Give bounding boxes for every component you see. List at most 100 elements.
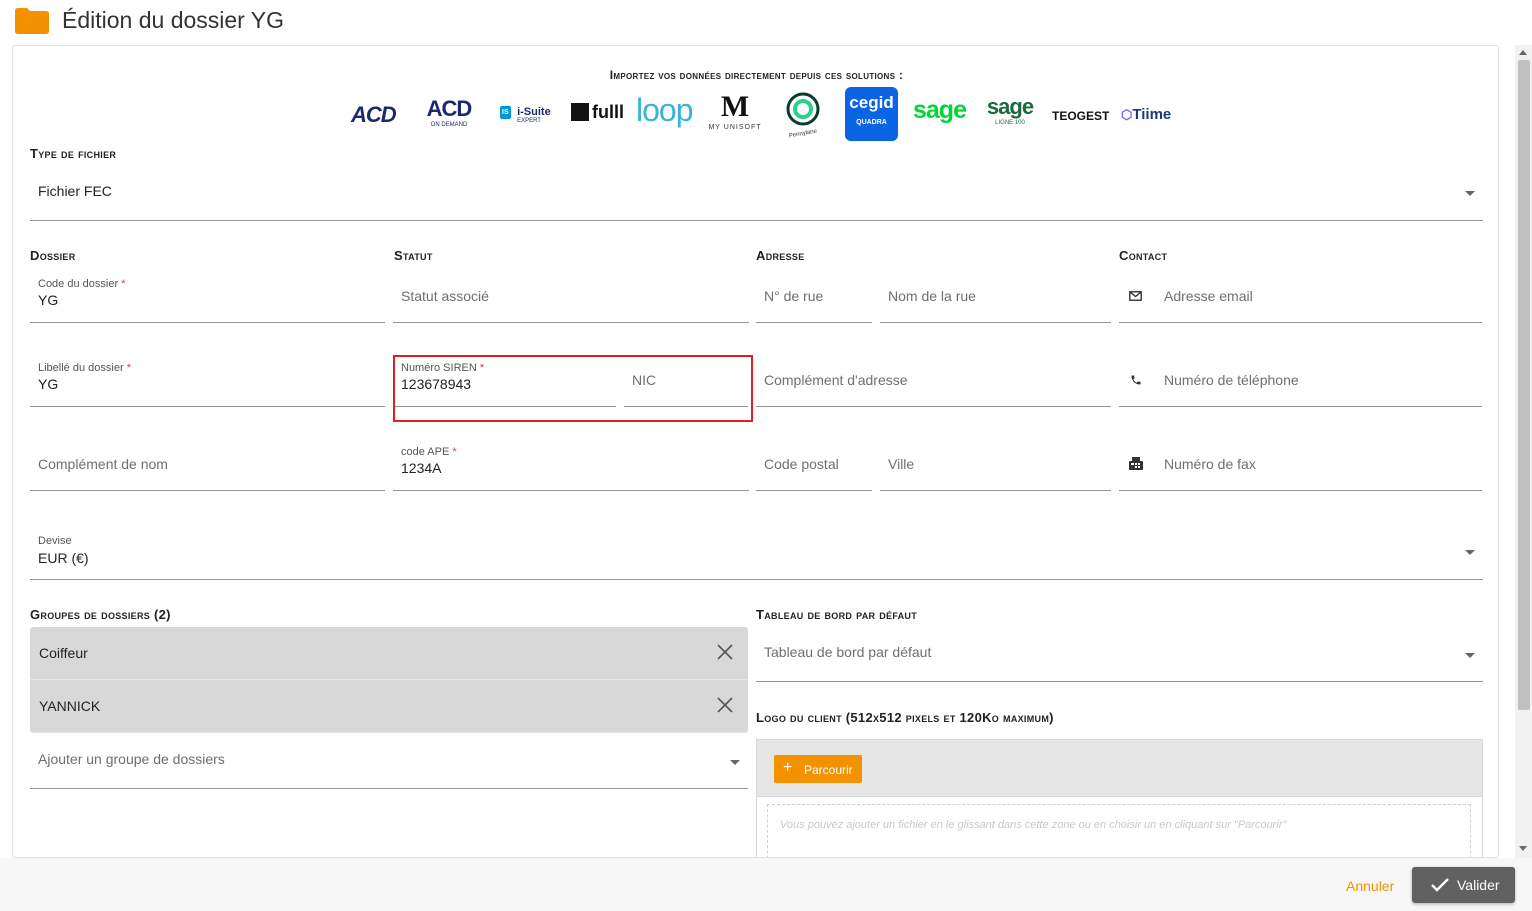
folder-icon bbox=[15, 8, 49, 34]
code-dossier-label: Code du dossier * bbox=[38, 278, 126, 290]
code-dossier-field[interactable]: Code du dossier * YG bbox=[30, 271, 385, 323]
cancel-button[interactable]: Annuler bbox=[1346, 878, 1394, 894]
isuite-text: i-Suite bbox=[517, 106, 551, 118]
logo-sage[interactable]: sage bbox=[913, 96, 967, 125]
fax-field[interactable]: Numéro de fax bbox=[1119, 439, 1482, 491]
code-ape-value: 1234A bbox=[401, 460, 442, 476]
complement-nom-placeholder: Complément de nom bbox=[38, 456, 168, 472]
chevron-down-icon bbox=[1465, 191, 1475, 196]
section-tableau: Tableau de bord par défaut bbox=[756, 607, 918, 622]
section-contact: Contact bbox=[1119, 248, 1168, 263]
check-icon bbox=[1431, 878, 1449, 892]
complement-adresse-field[interactable]: Complément d'adresse bbox=[756, 355, 1111, 407]
group-chip: Coiffeur bbox=[30, 627, 748, 680]
logo-pennylane[interactable]: Pennylane bbox=[783, 92, 823, 139]
validate-label: Valider bbox=[1457, 877, 1500, 893]
nom-rue-field[interactable]: Nom de la rue bbox=[880, 271, 1111, 323]
fax-placeholder: Numéro de fax bbox=[1164, 456, 1256, 472]
code-dossier-value: YG bbox=[38, 292, 59, 308]
logo-sage-ligne-100[interactable]: sage LIGNE 100 bbox=[985, 94, 1035, 126]
tableau-select[interactable]: Tableau de bord par défaut bbox=[756, 626, 1483, 682]
tiime-text: Tiime bbox=[1132, 106, 1172, 123]
section-groupes: Groupes de dossiers (2) bbox=[30, 607, 171, 622]
scroll-down-icon[interactable] bbox=[1519, 846, 1527, 851]
logo-isuite[interactable]: IS i-Suite EXPERT bbox=[500, 106, 551, 124]
numero-rue-placeholder: N° de rue bbox=[764, 288, 824, 304]
import-title: Importez vos données directement depuis … bbox=[609, 68, 904, 82]
file-type-value: Fichier FEC bbox=[38, 183, 112, 199]
section-statut: Statut bbox=[394, 248, 433, 263]
logo-cegid-quadra[interactable]: cegid QUADRA bbox=[845, 87, 898, 141]
title-bar: Édition du dossier YG bbox=[0, 0, 1532, 44]
logo-acd-on-demand[interactable]: ACD ON DEMAND bbox=[421, 96, 477, 128]
section-dossier: Dossier bbox=[30, 248, 76, 263]
logo-upload: + Parcourir Vous pouvez ajouter un fichi… bbox=[756, 739, 1483, 857]
section-logo-client: Logo du client (512x512 pixels et 120Ko … bbox=[756, 710, 1054, 725]
devise-value: EUR (€) bbox=[38, 550, 89, 566]
close-icon[interactable] bbox=[716, 643, 734, 661]
logo-acd[interactable]: ACD bbox=[351, 102, 397, 128]
scrollbar-thumb[interactable] bbox=[1518, 60, 1530, 710]
browse-button[interactable]: + Parcourir bbox=[774, 755, 862, 783]
isuite-badge-icon: IS bbox=[500, 106, 511, 119]
drop-zone[interactable]: Vous pouvez ajouter un fichier en le gli… bbox=[767, 804, 1471, 857]
libelle-dossier-field[interactable]: Libellé du dossier * YG bbox=[30, 355, 385, 407]
chevron-down-icon bbox=[730, 760, 740, 765]
scroll-up-icon[interactable] bbox=[1519, 50, 1527, 55]
chevron-down-icon bbox=[1465, 550, 1475, 555]
logo-fulll[interactable]: fulll bbox=[571, 102, 624, 123]
logo-tiime[interactable]: ⬡Tiime bbox=[1121, 106, 1171, 123]
form-card: Importez vos données directement depuis … bbox=[12, 45, 1499, 858]
section-file-type: Type de fichier bbox=[30, 146, 117, 161]
code-postal-placeholder: Code postal bbox=[764, 456, 839, 472]
email-field[interactable]: Adresse email bbox=[1119, 271, 1482, 323]
logo-teogest[interactable]: TEOGEST bbox=[1052, 109, 1109, 123]
cegid-text: cegid bbox=[849, 93, 894, 112]
statut-associe-field[interactable]: Statut associé bbox=[393, 271, 749, 323]
group-chip: YANNICK bbox=[30, 680, 748, 733]
code-postal-field[interactable]: Code postal bbox=[756, 439, 872, 491]
telephone-placeholder: Numéro de téléphone bbox=[1164, 372, 1299, 388]
fax-icon bbox=[1129, 457, 1143, 470]
fulll-text: fulll bbox=[592, 102, 624, 122]
sage100-text: sage bbox=[986, 94, 1034, 119]
isuite-sub: EXPERT bbox=[517, 118, 541, 124]
file-type-select[interactable]: Fichier FEC bbox=[30, 164, 1483, 221]
drop-zone-text: Vous pouvez ajouter un fichier en le gli… bbox=[780, 819, 1287, 831]
footer: Annuler Valider bbox=[0, 858, 1532, 911]
ville-placeholder: Ville bbox=[888, 456, 915, 472]
complement-adresse-placeholder: Complément d'adresse bbox=[764, 372, 908, 388]
import-logos: ACD ACD ON DEMAND IS i-Suite EXPERT full… bbox=[349, 87, 1179, 146]
validate-button[interactable]: Valider bbox=[1412, 867, 1515, 903]
logo-acd-od-text: ACD bbox=[426, 96, 473, 121]
group-chip-label: Coiffeur bbox=[39, 645, 88, 661]
ville-field[interactable]: Ville bbox=[880, 439, 1111, 491]
close-icon[interactable] bbox=[716, 696, 734, 714]
pennylane-sub: Pennylane bbox=[788, 128, 818, 140]
code-ape-label: code APE * bbox=[401, 446, 457, 458]
add-group-select[interactable]: Ajouter un groupe de dossiers bbox=[30, 736, 748, 789]
sage100-sub: LIGNE 100 bbox=[995, 120, 1025, 126]
statut-associe-placeholder: Statut associé bbox=[401, 288, 489, 304]
numero-rue-field[interactable]: N° de rue bbox=[756, 271, 872, 323]
browse-label: Parcourir bbox=[804, 763, 853, 777]
section-adresse: Adresse bbox=[756, 248, 805, 263]
telephone-field[interactable]: Numéro de téléphone bbox=[1119, 355, 1482, 407]
plus-icon: + bbox=[783, 759, 793, 776]
group-chip-label: YANNICK bbox=[39, 698, 101, 714]
email-icon bbox=[1129, 291, 1142, 301]
email-placeholder: Adresse email bbox=[1164, 288, 1253, 304]
logo-my-unisoft[interactable]: M MY UNISOFT bbox=[707, 90, 763, 131]
pennylane-icon bbox=[786, 92, 820, 126]
logo-loop[interactable]: loop bbox=[636, 92, 693, 129]
page-title: Édition du dossier YG bbox=[62, 7, 285, 33]
complement-nom-field[interactable]: Complément de nom bbox=[30, 439, 385, 491]
add-group-placeholder: Ajouter un groupe de dossiers bbox=[38, 751, 225, 767]
unisoft-m: M bbox=[720, 90, 750, 123]
highlight-box bbox=[393, 355, 753, 422]
logo-acd-od-sub: ON DEMAND bbox=[430, 122, 468, 128]
devise-select[interactable]: Devise EUR (€) bbox=[30, 523, 1483, 580]
tableau-placeholder: Tableau de bord par défaut bbox=[764, 644, 932, 660]
unisoft-sub: MY UNISOFT bbox=[708, 124, 762, 131]
code-ape-field[interactable]: code APE * 1234A bbox=[393, 439, 749, 491]
